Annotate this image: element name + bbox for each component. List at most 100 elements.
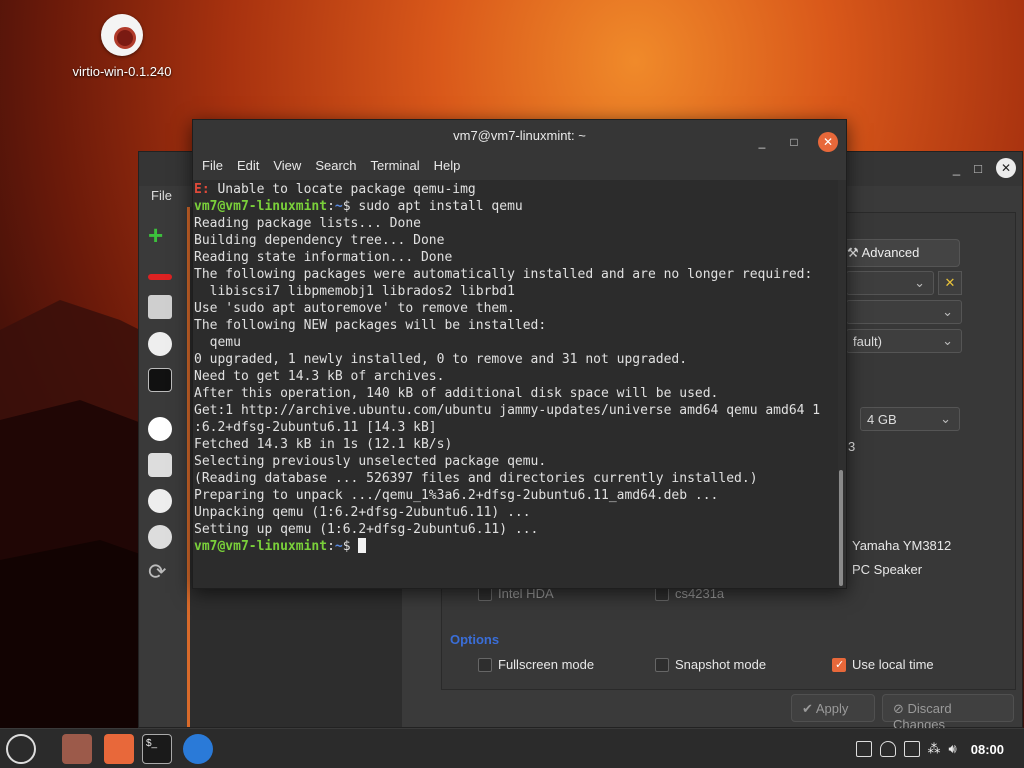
fullscreen-checkbox[interactable] — [478, 658, 492, 672]
memory-value: 4 GB — [867, 412, 897, 427]
combo-1[interactable]: ⌄ — [846, 271, 934, 295]
apply-button[interactable]: ✔ Apply — [791, 694, 875, 722]
terminal-line-command: vm7@vm7-linuxmint:~$ sudo apt install qe… — [194, 199, 523, 214]
remove-icon[interactable] — [148, 274, 172, 280]
combo-default[interactable]: fault) ⌄ — [846, 329, 962, 353]
harddisk-icon[interactable] — [148, 295, 172, 319]
terminal-line: Reading state information... Done — [194, 250, 453, 265]
options-heading: Options — [450, 632, 500, 647]
sound-intel-hda-checkbox[interactable] — [478, 587, 492, 601]
shield-icon[interactable] — [879, 741, 896, 757]
terminal-line: Setting up qemu (1:6.2+dfsg-2ubuntu6.11)… — [194, 522, 539, 537]
vm-manager-file-menu[interactable]: File — [151, 188, 172, 203]
terminal-line: The following NEW packages will be insta… — [194, 318, 547, 333]
error-text: Unable to locate package qemu-img — [209, 182, 476, 197]
mint-menu-icon[interactable] — [6, 734, 36, 764]
fullscreen-label: Fullscreen mode — [498, 657, 595, 672]
terminal-line: Fetched 14.3 kB in 1s (12.1 kB/s) — [194, 437, 453, 452]
terminal-line: 0 upgraded, 1 newly installed, 0 to remo… — [194, 352, 688, 367]
pause-icon[interactable] — [148, 489, 172, 513]
firefox-icon[interactable] — [104, 734, 134, 764]
terminal-line: (Reading database ... 526397 files and d… — [194, 471, 758, 486]
discard-changes-button[interactable]: ⊘ Discard Changes — [882, 694, 1014, 732]
system-tray: ⁂ 🔊︎ 08:00 — [855, 729, 1024, 768]
desktop-icon-label: virtio-win-0.1.240 — [72, 64, 172, 79]
discard-icon: ⊘ — [893, 701, 904, 716]
terminal-icon[interactable] — [148, 368, 172, 392]
terminal-title: vm7@vm7-linuxmint: ~ — [453, 128, 586, 143]
play-icon[interactable] — [148, 417, 172, 441]
prompt-path: ~ — [334, 199, 343, 214]
terminal-line: libiscsi7 libpmemobj1 librados2 librbd1 — [194, 284, 515, 299]
local-time-label: Use local time — [852, 657, 934, 672]
taskbar: $_ ⁂ 🔊︎ 08:00 — [0, 728, 1024, 768]
terminal-line: :6.2+dfsg-2ubuntu6.11 [14.3 kB] — [194, 420, 437, 435]
check-icon: ✔ — [802, 701, 813, 716]
prompt-user: vm7@vm7-linuxmint — [194, 539, 328, 554]
prompt-user: vm7@vm7-linuxmint — [194, 199, 328, 214]
refresh-icon[interactable]: ⟳ — [148, 561, 172, 585]
terminal-line: After this operation, 140 kB of addition… — [194, 386, 719, 401]
terminal-task-icon[interactable]: $_ — [142, 734, 172, 764]
terminal-line: Preparing to unpack .../qemu_1%3a6.2+dfs… — [194, 488, 719, 503]
terminal-line: Reading package lists... Done — [194, 216, 421, 231]
prompt-path: ~ — [334, 539, 343, 554]
terminal-output-lines: Reading package lists... Done Building de… — [194, 215, 838, 538]
terminal-line-error: E: Unable to locate package qemu-img — [194, 181, 838, 198]
disc-icon — [101, 14, 143, 56]
menu-edit[interactable]: Edit — [230, 152, 266, 180]
minimize-icon[interactable]: _ — [953, 161, 960, 176]
maximize-icon[interactable]: □ — [786, 126, 802, 158]
stop-icon[interactable] — [148, 525, 172, 549]
advanced-button[interactable]: ⚒ Advanced — [838, 239, 960, 267]
network-icon[interactable]: ⁂ — [928, 741, 941, 757]
chevron-down-icon: ⌄ — [940, 411, 951, 426]
text-cursor — [358, 538, 367, 553]
menu-view[interactable]: View — [266, 152, 308, 180]
menu-terminal[interactable]: Terminal — [364, 152, 427, 180]
combo-default-value: fault) — [853, 334, 882, 349]
files-icon[interactable] — [62, 734, 92, 764]
terminal-scrollbar[interactable] — [839, 470, 843, 586]
desktop-icon-virtio-win[interactable]: virtio-win-0.1.240 — [62, 14, 182, 79]
terminal-output[interactable]: E: Unable to locate package qemu-img vm7@… — [193, 180, 838, 588]
chevron-down-icon: ⌄ — [942, 304, 953, 319]
maximize-icon[interactable]: □ — [974, 161, 982, 176]
save-icon[interactable] — [148, 453, 172, 477]
terminal-line: Unpacking qemu (1:6.2+dfsg-2ubuntu6.11) … — [194, 505, 531, 520]
terminal-line: Use 'sudo apt autoremove' to remove them… — [194, 301, 515, 316]
sound-yamaha: Yamaha YM3812 — [852, 538, 952, 553]
chevron-down-icon: ⌄ — [914, 275, 925, 290]
notification-icon[interactable] — [855, 741, 872, 757]
terminal-line: Need to get 14.3 kB of archives. — [194, 369, 445, 384]
command-text: sudo apt install qemu — [350, 199, 523, 214]
apply-label: Apply — [815, 701, 849, 716]
terminal-line-prompt: vm7@vm7-linuxmint:~$ — [194, 538, 838, 555]
close-icon[interactable]: ✕ — [818, 132, 838, 152]
terminal-line: Get:1 http://archive.ubuntu.com/ubuntu j… — [194, 403, 821, 418]
tools-icon: ⚒ — [847, 245, 859, 260]
network-tool-icon[interactable] — [183, 734, 213, 764]
menu-file[interactable]: File — [195, 152, 230, 180]
terminal-line: Selecting previously unselected package … — [194, 454, 547, 469]
combo-2[interactable]: ⌄ — [846, 300, 962, 324]
settings-tool-icon[interactable]: ✕ — [938, 271, 962, 295]
chevron-down-icon: ⌄ — [942, 333, 953, 348]
vm-toolbar: + ⟳ — [139, 212, 187, 727]
volume-icon[interactable]: 🔊︎ — [949, 741, 957, 757]
local-time-checkbox[interactable] — [832, 658, 846, 672]
menu-search[interactable]: Search — [308, 152, 363, 180]
terminal-line: The following packages were automaticall… — [194, 267, 813, 282]
minimize-icon[interactable]: _ — [754, 126, 770, 158]
menu-help[interactable]: Help — [427, 152, 468, 180]
clipboard-icon[interactable] — [903, 741, 920, 757]
memory-combo[interactable]: 4 GB ⌄ — [860, 407, 960, 431]
clock[interactable]: 08:00 — [971, 742, 1004, 757]
snapshot-checkbox[interactable] — [655, 658, 669, 672]
error-prefix: E: — [194, 182, 210, 197]
terminal-line: Building dependency tree... Done — [194, 233, 445, 248]
sound-cs4231a-checkbox[interactable] — [655, 587, 669, 601]
close-icon[interactable]: ✕ — [996, 158, 1016, 178]
clock-icon[interactable] — [148, 332, 172, 356]
add-icon[interactable]: + — [148, 222, 172, 248]
